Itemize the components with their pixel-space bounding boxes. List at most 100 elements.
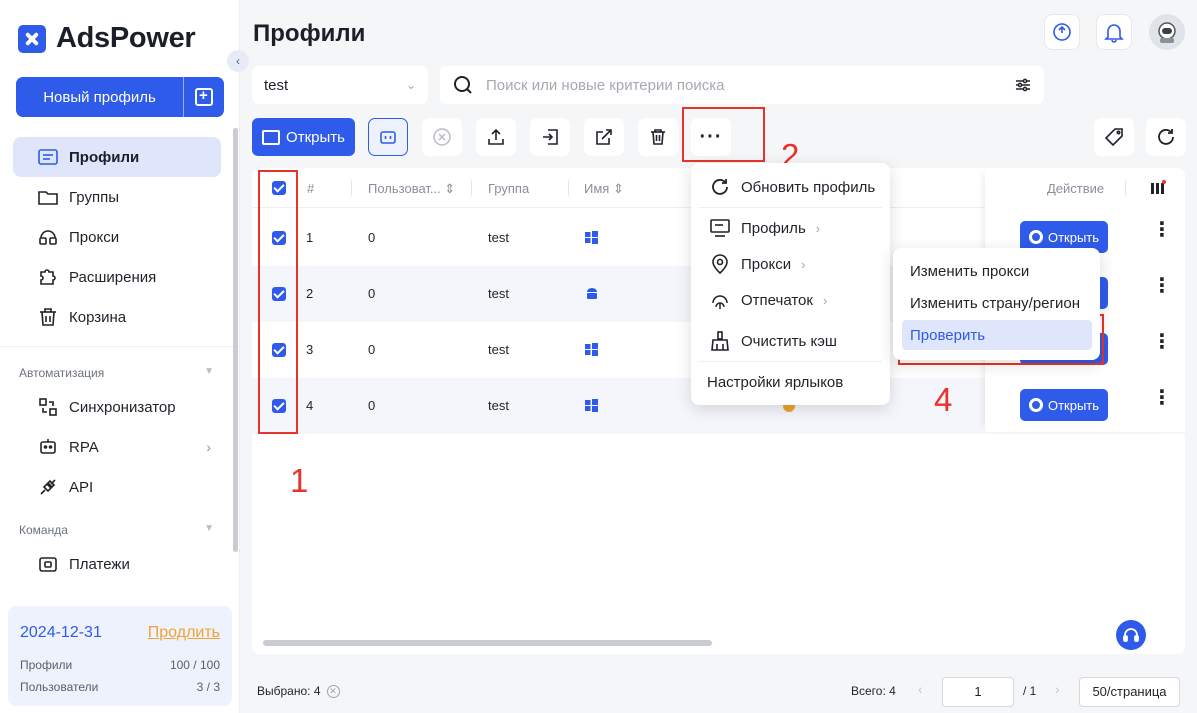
- submenu-item-change-proxy[interactable]: Изменить прокси: [893, 258, 1100, 284]
- delete-button[interactable]: [638, 118, 678, 156]
- windows-icon: [585, 343, 598, 356]
- location-pin-icon: [712, 254, 728, 275]
- sidebar-item-label: RPA: [69, 438, 99, 456]
- submenu-item-change-country[interactable]: Изменить страну/регион: [893, 290, 1100, 316]
- close-browsers-button[interactable]: [422, 118, 462, 156]
- support-chat-button[interactable]: [1116, 620, 1146, 650]
- sidebar-item-profiles[interactable]: Профили: [13, 137, 221, 177]
- close-circle-icon: [433, 128, 451, 146]
- selected-count: Выбрано: 4: [257, 684, 321, 698]
- submenu-item-check[interactable]: Проверить: [902, 320, 1092, 350]
- table-horizontal-scrollbar[interactable]: [263, 640, 712, 646]
- page-number-input[interactable]: 1: [942, 677, 1014, 707]
- chevron-right-icon: ›: [815, 220, 821, 236]
- sidebar-item-label: Группы: [69, 188, 119, 206]
- row-open-button[interactable]: Открыть: [1020, 389, 1108, 421]
- row-user: 0: [368, 286, 376, 301]
- next-page-icon[interactable]: ›: [1055, 681, 1060, 697]
- refresh-icon: [1158, 129, 1174, 145]
- adspower-logo-icon: [18, 24, 46, 53]
- filter-sliders-icon[interactable]: [1014, 76, 1032, 94]
- search-icon: [454, 76, 472, 94]
- sidebar-item-rpa[interactable]: RPA ›: [13, 427, 221, 467]
- logo[interactable]: AdsPower: [18, 22, 196, 55]
- sidebar-item-label: Корзина: [69, 308, 127, 326]
- sidebar-item-label: Синхронизатор: [69, 398, 176, 416]
- group-select[interactable]: test ⌄: [252, 66, 428, 104]
- search-input[interactable]: [486, 76, 1002, 94]
- clear-selection-icon[interactable]: ✕: [326, 684, 340, 698]
- sidebar-item-trash[interactable]: Корзина: [13, 297, 221, 337]
- annotation-box-checkboxes: [258, 170, 298, 434]
- headset-icon: [1123, 628, 1139, 642]
- renew-link[interactable]: Продлить: [148, 624, 220, 642]
- submenu-item-label: Изменить страну/регион: [910, 294, 1080, 312]
- refresh-button[interactable]: [1146, 118, 1186, 156]
- sidebar-item-proxy[interactable]: Прокси: [13, 217, 221, 257]
- column-separator: [1125, 180, 1126, 196]
- sidebar-scrollbar[interactable]: [233, 128, 238, 552]
- row-number: 2: [306, 286, 314, 301]
- menu-item-shortcut-settings[interactable]: Настройки ярлыков: [691, 368, 890, 396]
- submenu-item-label: Изменить прокси: [910, 262, 1030, 280]
- sync-status-button[interactable]: [1044, 14, 1080, 50]
- sidebar-item-synchronizer[interactable]: Синхронизатор: [13, 387, 221, 427]
- sidebar-item-api[interactable]: API: [13, 467, 221, 507]
- menu-item-proxy[interactable]: Прокси ›: [691, 249, 890, 279]
- sync-icon: [37, 396, 59, 418]
- row-group: test: [488, 230, 509, 245]
- avatar[interactable]: [1149, 14, 1185, 50]
- new-profile-button[interactable]: Новый профиль: [16, 77, 224, 117]
- move-in-icon: [543, 129, 558, 145]
- move-to-group-button[interactable]: [530, 118, 570, 156]
- column-settings-icon[interactable]: [1150, 180, 1166, 196]
- menu-item-fingerprint[interactable]: Отпечаток ›: [691, 286, 890, 314]
- upload-button[interactable]: [476, 118, 516, 156]
- plug-icon: [37, 476, 59, 498]
- row-more-icon[interactable]: ⋮: [1152, 276, 1172, 296]
- chevron-right-icon: ›: [206, 439, 211, 455]
- trash-icon: [651, 129, 665, 145]
- open-selected-button[interactable]: Открыть: [252, 118, 355, 156]
- row-more-icon[interactable]: ⋮: [1152, 220, 1172, 240]
- row-more-icon[interactable]: ⋮: [1152, 332, 1172, 352]
- section-team[interactable]: Команда ▼: [19, 523, 214, 537]
- sidebar-item-groups[interactable]: Группы: [13, 177, 221, 217]
- menu-item-label: Очистить кэш: [741, 332, 837, 350]
- row-more-icon[interactable]: ⋮: [1152, 388, 1172, 408]
- menu-item-clear-cache[interactable]: Очистить кэш: [691, 327, 890, 355]
- row-group: test: [488, 398, 509, 413]
- monitor-icon: [710, 219, 730, 237]
- sidebar-item-extensions[interactable]: Расширения: [13, 257, 221, 297]
- robot-icon: [380, 131, 396, 144]
- sort-icon: ⇕: [444, 181, 456, 196]
- menu-item-label: Отпечаток: [741, 291, 813, 309]
- sidebar-divider: [0, 346, 240, 347]
- sidebar-item-payments[interactable]: Платежи: [13, 544, 221, 584]
- logo-text: AdsPower: [56, 22, 196, 54]
- menu-item-profile[interactable]: Профиль ›: [691, 214, 890, 242]
- row-number: 4: [306, 398, 314, 413]
- notifications-button[interactable]: [1096, 14, 1132, 50]
- batch-create-button[interactable]: [184, 87, 224, 106]
- page-size-select[interactable]: 50/страница: [1079, 677, 1180, 707]
- column-user[interactable]: Пользоват... ⇕: [368, 181, 455, 197]
- prev-page-icon[interactable]: ‹: [918, 681, 923, 697]
- column-name[interactable]: Имя ⇕: [584, 181, 624, 197]
- row-user: 0: [368, 398, 376, 413]
- page-title: Профили: [253, 20, 366, 47]
- robot-icon: [37, 436, 59, 458]
- menu-item-update-profile[interactable]: Обновить профиль: [691, 173, 890, 201]
- android-icon: [587, 288, 597, 299]
- plan-users-value: 3 / 3: [196, 680, 220, 694]
- column-user-label: Пользоват...: [368, 181, 441, 196]
- section-automation[interactable]: Автоматизация ▼: [19, 366, 214, 380]
- row-group: test: [488, 342, 509, 357]
- rpa-button[interactable]: [368, 118, 408, 156]
- share-button[interactable]: [584, 118, 624, 156]
- collapse-sidebar-button[interactable]: ‹: [227, 50, 249, 72]
- table-footer: Выбрано: 4 ✕ Всего: 4 ‹ 1 / 1 › 50/стран…: [240, 666, 1197, 713]
- tags-button[interactable]: [1094, 118, 1134, 156]
- tag-icon: [1104, 128, 1123, 147]
- plan-expiry-date: 2024-12-31: [20, 624, 102, 641]
